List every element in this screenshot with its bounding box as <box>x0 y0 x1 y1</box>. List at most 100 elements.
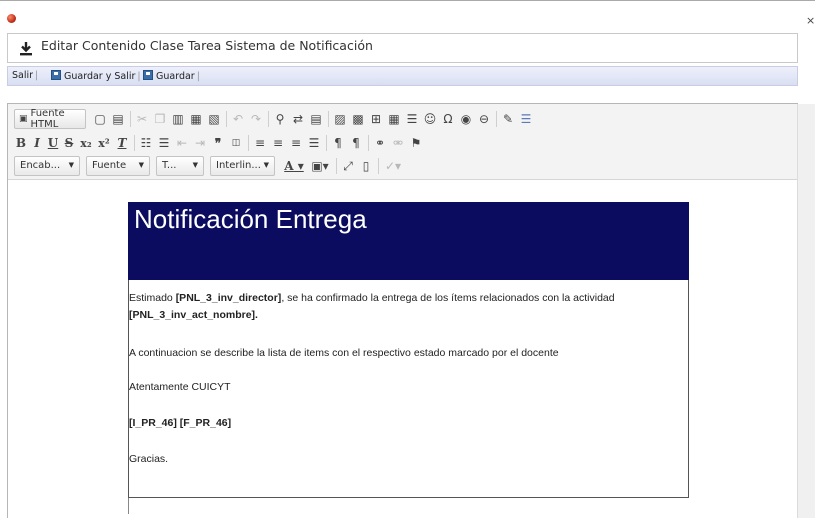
superscript-icon[interactable]: x² <box>96 133 112 153</box>
outdent-icon[interactable]: ⇤ <box>174 133 190 153</box>
numbered-list-icon[interactable]: ☷ <box>138 133 154 153</box>
toolbar-row-3: Encab... ▼ Fuente ▼ T... ▼ Interlin... ▼ A ▾… <box>14 156 784 176</box>
line-height-combo[interactable]: Interlin... ▼ <box>210 156 275 176</box>
copy-icon[interactable]: ❐ <box>152 109 168 129</box>
chevron-down-icon: ▼ <box>138 161 144 169</box>
save-button[interactable]: Guardar | <box>143 70 200 82</box>
banner-title: Notificación Entrega <box>134 204 367 234</box>
italic-icon[interactable]: I <box>30 133 44 153</box>
editor-content-area[interactable]: Notificación Entrega Estimado [PNL_3_inv… <box>8 181 797 518</box>
chevron-down-icon: ▼ <box>192 161 198 169</box>
background-color-icon[interactable]: ▣▾ <box>308 156 332 176</box>
show-blocks-icon[interactable]: ▯ <box>358 156 374 176</box>
replace-icon[interactable]: ⇄ <box>290 109 306 129</box>
editor-toolbar: ▣ Fuente HTML ▢ ▤ ✂ ❐ ▥ ▦ ▧ ↶ ↷ ⚲ ⇄ ▤ ▨ ▩… <box>8 104 797 180</box>
save-and-exit-label: Guardar y Salir <box>64 71 136 82</box>
toolbar-separator <box>378 158 379 174</box>
spellcheck-icon[interactable]: ✓▾ <box>382 156 404 176</box>
ltr-direction-icon[interactable]: ¶ <box>330 133 346 153</box>
image-icon[interactable]: ▨ <box>332 109 348 129</box>
maximize-icon[interactable]: ⤢ <box>340 156 356 176</box>
text-color-icon[interactable]: A ▾ <box>282 156 306 176</box>
indent-icon[interactable]: ⇥ <box>192 133 208 153</box>
find-icon[interactable]: ⚲ <box>272 109 288 129</box>
special-char-icon[interactable]: Ω <box>440 109 456 129</box>
smiley-icon[interactable]: ☺ <box>422 109 438 129</box>
list-intro-paragraph: A continuacion se describe la lista de i… <box>129 347 559 359</box>
font-combo-label: Fuente <box>92 160 127 171</box>
font-combo[interactable]: Fuente ▼ <box>86 156 150 176</box>
rich-text-editor: ▣ Fuente HTML ▢ ▤ ✂ ❐ ▥ ▦ ▧ ↶ ↷ ⚲ ⇄ ▤ ▨ ▩… <box>7 103 798 518</box>
table-icon[interactable]: ▦ <box>386 109 402 129</box>
line-height-combo-label: Interlin... <box>216 160 261 171</box>
toolbar-separator <box>248 135 249 151</box>
greeting-paragraph: Estimado [PNL_3_inv_director], se ha con… <box>129 290 615 324</box>
toolbar-row-2: B I U S x₂ x² T ☷ ☰ ⇤ ⇥ ❞ ◫ ≡ ≡ ≡ ☰ ¶ ¶ … <box>14 133 784 153</box>
cut-icon[interactable]: ✂ <box>134 109 150 129</box>
underline-icon[interactable]: U <box>46 133 60 153</box>
director-token: [PNL_3_inv_director] <box>175 292 282 304</box>
paste-icon[interactable]: ▥ <box>170 109 186 129</box>
size-combo[interactable]: T... ▼ <box>156 156 204 176</box>
save-and-exit-button[interactable]: Guardar y Salir | <box>51 70 141 82</box>
toolbar-separator <box>326 135 327 151</box>
dialog-title: Editar Contenido Clase Tarea Sistema de … <box>41 38 373 53</box>
print-icon[interactable]: ▤ <box>110 109 126 129</box>
form-icon[interactable]: ⊞ <box>368 109 384 129</box>
bold-icon[interactable]: B <box>14 133 28 153</box>
page-break-icon[interactable]: ⊖ <box>476 109 492 129</box>
source-icon: ▣ <box>19 114 28 124</box>
undo-icon[interactable]: ↶ <box>230 109 246 129</box>
toolbar-separator <box>268 111 269 127</box>
activity-token: [PNL_3_inv_act_nombre]. <box>129 309 258 321</box>
bulleted-list-icon[interactable]: ☰ <box>156 133 172 153</box>
notification-banner: Notificación Entrega <box>128 202 689 281</box>
horizontal-rule-icon[interactable]: ☰ <box>404 109 420 129</box>
remove-format-icon[interactable]: T <box>114 133 130 153</box>
format-combo-label: Encab... <box>20 160 61 171</box>
paste-text-icon[interactable]: ▦ <box>188 109 204 129</box>
flash-icon[interactable]: ▩ <box>350 109 366 129</box>
html-source-button[interactable]: ▣ Fuente HTML <box>14 108 86 130</box>
close-icon[interactable]: × <box>806 14 815 27</box>
text-caret <box>128 498 129 514</box>
link-icon[interactable]: ⚭ <box>372 133 388 153</box>
preview-icon[interactable]: ▢ <box>92 109 108 129</box>
toolbar-separator <box>328 111 329 127</box>
greeting-prefix: Estimado <box>129 292 176 304</box>
paste-word-icon[interactable]: ▧ <box>206 109 222 129</box>
floppy-icon <box>143 70 153 80</box>
rtl-direction-icon[interactable]: ¶ <box>348 133 364 153</box>
anchor-flag-icon[interactable]: ⚑ <box>408 133 424 153</box>
align-left-icon[interactable]: ≡ <box>252 133 268 153</box>
chevron-down-icon: ▼ <box>263 161 269 169</box>
toolbar-separator <box>134 135 135 151</box>
format-combo[interactable]: Encab... ▼ <box>14 156 80 176</box>
vertical-scrollbar[interactable] <box>797 104 815 518</box>
select-all-icon[interactable]: ▤ <box>308 109 324 129</box>
toolbar-separator <box>130 111 131 127</box>
iframe-icon[interactable]: ◉ <box>458 109 474 129</box>
toolbar-row-1: ▣ Fuente HTML ▢ ▤ ✂ ❐ ▥ ▦ ▧ ↶ ↷ ⚲ ⇄ ▤ ▨ ▩… <box>14 108 784 130</box>
redo-icon[interactable]: ↷ <box>248 109 264 129</box>
tokens-paragraph: [I_PR_46] [F_PR_46] <box>129 417 232 429</box>
align-right-icon[interactable]: ≡ <box>288 133 304 153</box>
download-icon <box>20 42 32 56</box>
toolbar-separator <box>226 111 227 127</box>
notification-body: Estimado [PNL_3_inv_director], se ha con… <box>128 280 689 498</box>
template-icon[interactable]: ✎ <box>500 109 516 129</box>
dialog-title-bar: Editar Contenido Clase Tarea Sistema de … <box>7 33 798 63</box>
show-blocks-icon[interactable]: ☰ <box>518 109 534 129</box>
blockquote-icon[interactable]: ❞ <box>210 133 226 153</box>
action-bar: Salir | Guardar y Salir | Guardar | <box>7 66 798 86</box>
subscript-icon[interactable]: x₂ <box>78 133 94 153</box>
align-justify-icon[interactable]: ☰ <box>306 133 322 153</box>
size-combo-label: T... <box>162 160 177 171</box>
toolbar-separator <box>336 158 337 174</box>
align-center-icon[interactable]: ≡ <box>270 133 286 153</box>
exit-button[interactable]: Salir | <box>12 70 38 81</box>
closing-paragraph: Gracias. <box>129 453 169 465</box>
unlink-icon[interactable]: ⚮ <box>390 133 406 153</box>
strikethrough-icon[interactable]: S <box>62 133 76 153</box>
div-container-icon[interactable]: ◫ <box>228 133 244 153</box>
